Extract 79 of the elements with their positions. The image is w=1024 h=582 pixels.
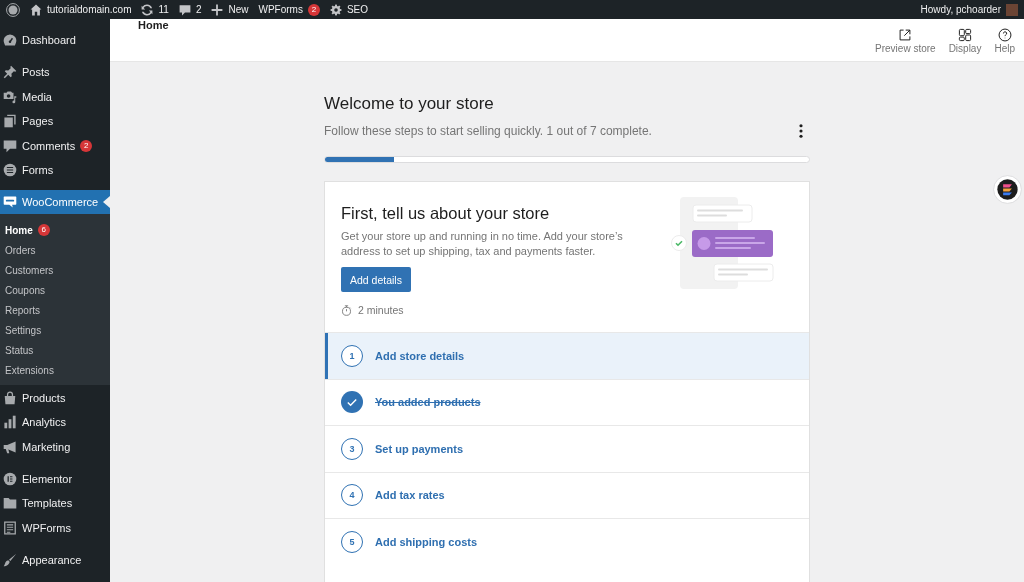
refresh-icon: [141, 3, 154, 16]
duration-text: 2 minutes: [358, 304, 404, 316]
sidebar-menu-item[interactable]: Products: [0, 385, 110, 410]
pointer-triangle-icon: [103, 196, 110, 208]
sidebar-menu-item[interactable]: Analytics: [0, 409, 110, 435]
task-row[interactable]: 3 Set up payments: [325, 425, 809, 472]
task-row[interactable]: 1 Add store details: [325, 332, 809, 379]
form-icon: [3, 520, 17, 535]
submenu-item[interactable]: Coupons: [0, 280, 110, 301]
submenu-item[interactable]: Status: [0, 340, 110, 361]
submenu-item[interactable]: Orders: [0, 240, 110, 261]
sidebar-menu-item[interactable]: Dashboard: [0, 27, 110, 53]
speech-bubble-icon: [178, 3, 191, 16]
help-icon: [997, 28, 1012, 42]
camera-music-icon: [3, 89, 17, 104]
sidebar-menu-item[interactable]: Templates: [0, 490, 110, 516]
sidebar-menu-item[interactable]: Forms: [0, 157, 110, 183]
bar-chart-icon: [3, 415, 17, 429]
gauge-icon: [3, 33, 17, 47]
plus-icon: [211, 3, 224, 16]
layout-grid-icon: [958, 28, 972, 42]
task-row[interactable]: 4 Add tax rates: [325, 471, 809, 518]
step-number: 5: [341, 530, 363, 553]
sidebar-menu-item[interactable]: Media: [0, 84, 110, 109]
stopwatch-icon: [341, 304, 352, 316]
sidebar-menu-item[interactable]: Elementor: [0, 466, 110, 491]
count-badge: 6: [37, 224, 50, 237]
logo-circle-icon[interactable]: [6, 2, 20, 17]
home-icon: [30, 3, 42, 16]
step-number: 4: [341, 484, 363, 507]
step-number: 1: [341, 344, 363, 367]
folder-icon: [3, 496, 17, 510]
sidebar-menu-item[interactable]: Marketing: [0, 434, 110, 459]
circle-bars-icon: [3, 471, 17, 486]
list-circle-icon: [3, 163, 17, 177]
paintbrush-icon: [3, 552, 17, 567]
add-details-button[interactable]: Add details: [341, 267, 411, 292]
wpforms-menu-link[interactable]: WPForms 2: [258, 3, 320, 16]
submenu-item[interactable]: Settings: [0, 320, 110, 341]
submenu-item[interactable]: Reports: [0, 300, 110, 321]
seo-menu-link[interactable]: SEO: [329, 3, 369, 16]
megaphone-icon: [3, 439, 17, 454]
sidebar-menu-item[interactable]: Pages: [0, 108, 110, 134]
submenu-item[interactable]: Home 6: [0, 220, 110, 241]
chat-bubble-icon: [3, 195, 17, 209]
floating-launcher-icon[interactable]: [993, 175, 1022, 204]
pushpin-icon: [3, 65, 17, 79]
sidebar-menu-item[interactable]: Appearance: [0, 547, 110, 572]
step-number: 3: [341, 437, 363, 460]
avatar-photo-placeholder: [1006, 3, 1018, 16]
card-description: Get your store up and running in no time. Add your store’s address to set up shipping, tax and payments faster.: [341, 228, 624, 259]
page-title: Home: [138, 19, 169, 32]
card-title: First, tell us about your store: [341, 203, 550, 223]
submenu-item[interactable]: Customers: [0, 260, 110, 281]
account-menu-link[interactable]: Howdy, pchoarder: [920, 3, 1018, 16]
header-action-button[interactable]: Preview store: [875, 28, 936, 55]
sidebar-menu-item[interactable]: WPForms: [0, 515, 110, 540]
sidebar-menu-item[interactable]: Comments 2: [0, 133, 110, 158]
more-options-icon[interactable]: [799, 124, 803, 138]
welcome-subtitle: Follow these steps to start selling quickly. 1 out of 7 complete.: [324, 123, 652, 139]
updates-link[interactable]: 11: [141, 3, 169, 16]
comments-link[interactable]: 2: [178, 3, 202, 16]
submenu-item[interactable]: Extensions: [0, 360, 110, 381]
stacked-pages-icon: [3, 114, 17, 128]
task-row[interactable]: You added products: [325, 378, 809, 425]
count-badge: 2: [307, 3, 320, 16]
count-badge: 2: [80, 139, 93, 152]
shopping-bag-icon: [3, 390, 17, 405]
speech-bubble-icon: [3, 138, 17, 153]
sidebar-menu-item[interactable]: WooCommerce: [0, 189, 110, 215]
header-action-button[interactable]: Display: [948, 28, 982, 55]
header-action-button[interactable]: Help: [994, 28, 1015, 55]
task-row[interactable]: 5 Add shipping costs: [325, 518, 809, 565]
site-name-link[interactable]: tutorialdomain.com: [30, 3, 132, 16]
welcome-title: Welcome to your store: [324, 93, 495, 115]
new-content-link[interactable]: New: [211, 3, 249, 16]
gear-icon: [329, 3, 342, 16]
external-link-icon: [898, 28, 913, 42]
sidebar-menu-item[interactable]: Posts: [0, 59, 110, 85]
